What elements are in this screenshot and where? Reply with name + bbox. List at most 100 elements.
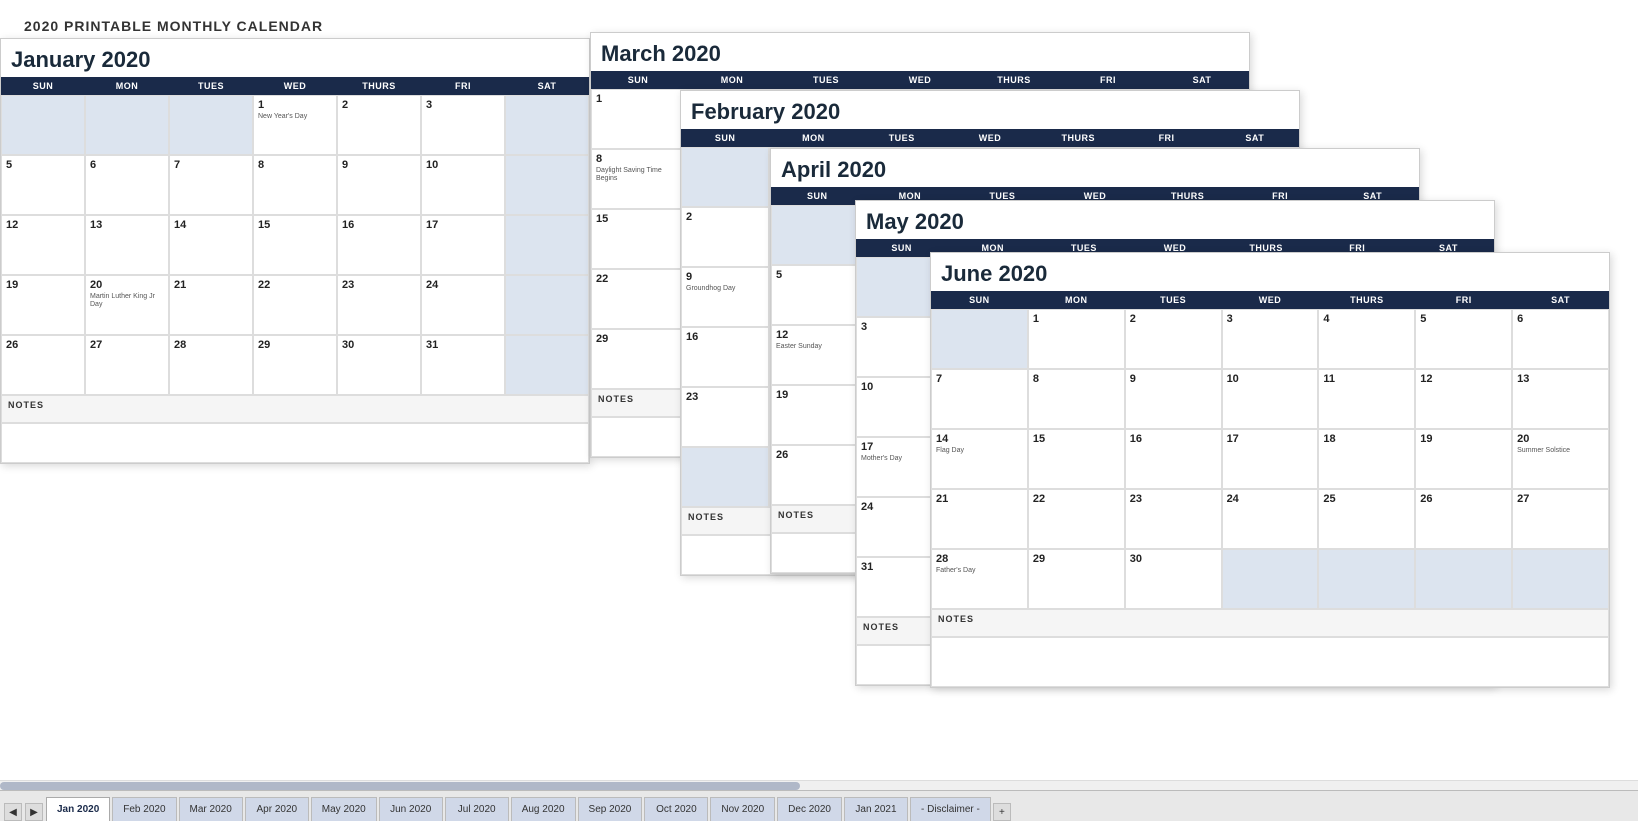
cal-cell: 2 [337, 95, 421, 155]
cal-cell: 24 [421, 275, 505, 335]
cal-cell: 15 [253, 215, 337, 275]
scrollbar-thumb[interactable] [0, 782, 800, 790]
january-header: SUN MON TUES WED THURS FRI SAT [1, 77, 589, 95]
cal-cell [505, 155, 589, 215]
cal-cell: 1 [1028, 309, 1125, 369]
cal-cell: 2 [1125, 309, 1222, 369]
cal-cell: 27 [1512, 489, 1609, 549]
cal-cell: 15 [591, 209, 685, 269]
tab-bar: ◀ ▶ Jan 2020 Feb 2020 Mar 2020 Apr 2020 … [0, 790, 1638, 821]
cal-cell: 2 [681, 207, 769, 267]
june-header: SUN MON TUES WED THURS FRI SAT [931, 291, 1609, 309]
february-title: February 2020 [681, 91, 1299, 129]
cal-cell: 5 [1415, 309, 1512, 369]
cal-cell: 17 [421, 215, 505, 275]
cal-cell: 26 [1415, 489, 1512, 549]
cal-cell: 21 [169, 275, 253, 335]
cal-cell: 13 [85, 215, 169, 275]
tab-nav-right[interactable]: ▶ [25, 803, 43, 821]
february-header: SUN MON TUES WED THURS FRI SAT [681, 129, 1299, 147]
tab-may-2020[interactable]: May 2020 [311, 797, 377, 821]
cal-cell: 28Father's Day [931, 549, 1028, 609]
tab-apr-2020[interactable]: Apr 2020 [245, 797, 309, 821]
cal-cell: 16 [681, 327, 769, 387]
tab-oct-2020[interactable]: Oct 2020 [644, 797, 708, 821]
may-title: May 2020 [856, 201, 1494, 239]
cal-cell [1415, 549, 1512, 609]
cal-cell: 8Daylight Saving Time Begins [591, 149, 685, 209]
cal-cell: 9Groundhog Day [681, 267, 769, 327]
cal-cell: 16 [337, 215, 421, 275]
cal-cell: 23 [337, 275, 421, 335]
cal-cell: 29 [253, 335, 337, 395]
cal-cell [169, 95, 253, 155]
cal-cell: 30 [337, 335, 421, 395]
cal-cell: 1 [591, 89, 685, 149]
tab-jan-2020[interactable]: Jan 2020 [46, 797, 110, 821]
cal-cell: 7 [169, 155, 253, 215]
horizontal-scrollbar[interactable] [0, 780, 1638, 790]
cal-cell: 9 [1125, 369, 1222, 429]
tab-aug-2020[interactable]: Aug 2020 [511, 797, 576, 821]
tab-feb-2020[interactable]: Feb 2020 [112, 797, 176, 821]
cal-cell: 6 [85, 155, 169, 215]
cal-cell: 22 [253, 275, 337, 335]
cal-cell [771, 205, 864, 265]
tab-disclaimer[interactable]: - Disclaimer - [910, 797, 991, 821]
cal-cell: 3 [1222, 309, 1319, 369]
cal-cell: 17 [1222, 429, 1319, 489]
cal-cell: 7 [931, 369, 1028, 429]
cal-cell: 1New Year's Day [253, 95, 337, 155]
cal-cell: 30 [1125, 549, 1222, 609]
cal-cell: 25 [1318, 489, 1415, 549]
cal-cell: 23 [681, 387, 769, 447]
cal-cell [1222, 549, 1319, 609]
cal-cell: 27 [85, 335, 169, 395]
june-title: June 2020 [931, 253, 1609, 291]
cal-cell [505, 215, 589, 275]
cal-cell [681, 147, 769, 207]
tab-nov-2020[interactable]: Nov 2020 [710, 797, 775, 821]
tab-sep-2020[interactable]: Sep 2020 [578, 797, 643, 821]
tab-jun-2020[interactable]: Jun 2020 [379, 797, 443, 821]
cal-cell [931, 309, 1028, 369]
cal-cell: 13 [1512, 369, 1609, 429]
calendar-june: June 2020 SUN MON TUES WED THURS FRI SAT… [930, 252, 1610, 688]
cal-cell: 14Flag Day [931, 429, 1028, 489]
cal-cell: 18 [1318, 429, 1415, 489]
cal-cell [505, 335, 589, 395]
cal-cell: 5 [771, 265, 864, 325]
cal-cell: 14 [169, 215, 253, 275]
cal-cell: 22 [591, 269, 685, 329]
tab-nav-left[interactable]: ◀ [4, 803, 22, 821]
tab-dec-2020[interactable]: Dec 2020 [777, 797, 842, 821]
cal-cell: 26 [771, 445, 864, 505]
cal-cell: 12 [1, 215, 85, 275]
march-title: March 2020 [591, 33, 1249, 71]
cal-cell: 4 [1318, 309, 1415, 369]
cal-cell: 6 [1512, 309, 1609, 369]
cal-cell: 19 [771, 385, 864, 445]
cal-cell: 28 [169, 335, 253, 395]
january-title: January 2020 [1, 39, 589, 77]
cal-cell: 10 [1222, 369, 1319, 429]
cal-cell: 29 [1028, 549, 1125, 609]
tab-nav-plus[interactable]: + [993, 803, 1011, 821]
tab-mar-2020[interactable]: Mar 2020 [179, 797, 243, 821]
cal-cell: 8 [1028, 369, 1125, 429]
cal-cell: 19 [1, 275, 85, 335]
cal-cell [1512, 549, 1609, 609]
cal-cell: 12Easter Sunday [771, 325, 864, 385]
cal-cell: 15 [1028, 429, 1125, 489]
cal-cell: 31 [421, 335, 505, 395]
cal-cell: 29 [591, 329, 685, 389]
tab-jul-2020[interactable]: Jul 2020 [445, 797, 509, 821]
april-title: April 2020 [771, 149, 1419, 187]
cal-cell: 20Summer Solstice [1512, 429, 1609, 489]
cal-cell [505, 95, 589, 155]
tab-jan-2021[interactable]: Jan 2021 [844, 797, 908, 821]
cal-cell: 24 [1222, 489, 1319, 549]
calendar-january: January 2020 SUN MON TUES WED THURS FRI … [0, 38, 590, 464]
june-notes: NOTES [931, 609, 1609, 637]
cal-cell: 5 [1, 155, 85, 215]
